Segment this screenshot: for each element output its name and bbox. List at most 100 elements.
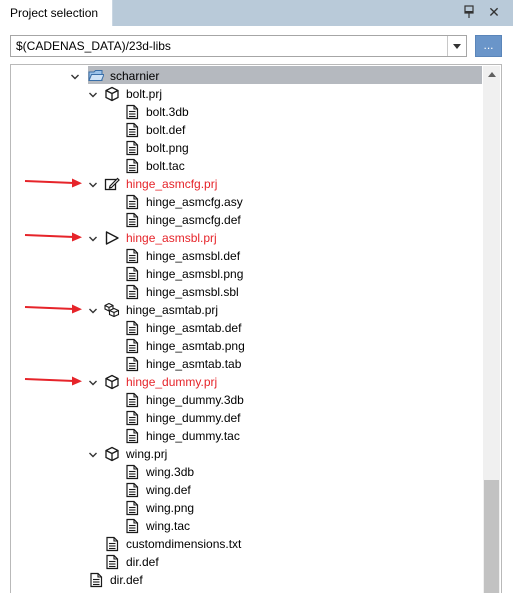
document-icon [126,104,139,120]
tree-row[interactable]: hinge_dummy.3db [0,391,482,409]
tree-item-label: bolt.png [146,141,189,155]
annotation-arrow-icon [24,376,82,386]
tab-project-selection[interactable]: Project selection [0,0,113,26]
tree-row[interactable]: wing.def [0,481,482,499]
pin-icon[interactable] [463,5,475,19]
browse-button[interactable]: ... [475,35,502,57]
cube-icon [105,86,119,102]
document-icon [126,518,139,534]
annotation-arrow-icon [24,304,82,314]
tree-row[interactable]: hinge_dummy.def [0,409,482,427]
cube-icon [105,446,119,462]
document-icon [126,284,139,300]
tree-item-label: hinge_asmtab.prj [126,303,219,317]
chevron-down-icon[interactable] [88,306,98,316]
document-icon [126,428,139,444]
tree-item-label: bolt.3db [146,105,189,119]
tree-row[interactable]: hinge_asmsbl.def [0,247,482,265]
tree-row[interactable]: wing.3db [0,463,482,481]
document-icon [126,320,139,336]
tree-item-label: hinge_asmcfg.def [146,213,241,227]
tree-row[interactable]: dir.def [0,553,482,571]
document-icon [126,410,139,426]
chevron-down-icon[interactable] [88,450,98,460]
tree-row[interactable]: wing.png [0,499,482,517]
tree-row[interactable]: bolt.3db [0,103,482,121]
tree-row[interactable]: hinge_asmcfg.def [0,211,482,229]
document-icon [126,338,139,354]
tree-row[interactable]: scharnier [0,67,482,85]
tree-item-label: bolt.prj [126,87,163,101]
document-icon [126,356,139,372]
path-select[interactable]: $(CADENAS_DATA)/23d-libs [10,35,467,57]
tree-row[interactable]: hinge_asmtab.png [0,337,482,355]
tree-item-label: customdimensions.txt [126,537,242,551]
tree-item-label: hinge_asmsbl.def [146,249,241,263]
triangle-icon [105,231,119,245]
tree-row[interactable]: hinge_dummy.tac [0,427,482,445]
tree-item-label: wing.def [146,483,191,497]
tree-item-label: hinge_asmtab.png [146,339,245,353]
tree-row[interactable]: hinge_asmsbl.sbl [0,283,482,301]
close-icon[interactable]: ✕ [487,4,501,20]
tree-item-label: wing.tac [146,519,191,533]
tree-row[interactable]: bolt.prj [0,85,482,103]
chevron-down-icon[interactable] [88,234,98,244]
chevron-down-icon[interactable] [88,378,98,388]
title-bar: Project selection ✕ [0,0,513,26]
tree-row[interactable]: hinge_asmtab.tab [0,355,482,373]
tree-row[interactable]: bolt.png [0,139,482,157]
tree-item-label: bolt.tac [146,159,185,173]
chevron-down-icon[interactable] [88,180,98,190]
tree-row[interactable]: customdimensions.txt [0,535,482,553]
tree-item-label: hinge_dummy.prj [126,375,218,389]
tree-row[interactable]: wing.prj [0,445,482,463]
scroll-up-arrow-icon[interactable] [483,66,500,83]
folder-open-icon [88,70,104,81]
chevron-down-icon[interactable] [70,72,80,82]
document-icon [126,266,139,282]
tree-item-label: hinge_asmcfg.asy [146,195,243,209]
tree-row[interactable]: hinge_asmsbl.png [0,265,482,283]
document-icon [126,158,139,174]
cube-icon [105,374,119,390]
document-icon [126,194,139,210]
chevron-down-icon[interactable] [88,90,98,100]
annotation-arrow-icon [24,232,82,242]
document-icon [126,212,139,228]
document-icon [126,500,139,516]
tree-row[interactable]: hinge_asmcfg.asy [0,193,482,211]
document-icon [106,554,119,570]
tree-item-label: wing.3db [146,465,195,479]
tree-item-label: hinge_asmsbl.prj [126,231,217,245]
tree-item-label: dir.def [126,555,159,569]
scrollbar-thumb[interactable] [484,480,499,593]
annotation-arrow-icon [24,178,82,188]
tree-row[interactable]: bolt.def [0,121,482,139]
tree-item-label: hinge_dummy.tac [146,429,240,443]
tree-item-label: hinge_asmtab.tab [146,357,242,371]
tree-item-label: hinge_dummy.3db [146,393,244,407]
tab-title: Project selection [10,6,99,20]
document-icon [106,536,119,552]
tree-item-label: hinge_asmcfg.prj [126,177,218,191]
document-icon [126,464,139,480]
tree-item-label: wing.prj [126,447,168,461]
tree-row[interactable]: hinge_asmtab.def [0,319,482,337]
tree-item-label: hinge_asmtab.def [146,321,242,335]
tree-row[interactable]: bolt.tac [0,157,482,175]
document-icon [126,140,139,156]
tree-item-label: wing.png [146,501,195,515]
chevron-down-icon[interactable] [447,36,466,56]
tree-row[interactable]: dir.def [0,571,482,589]
cubes-icon [104,302,120,318]
edit-icon [104,177,120,191]
tree-row[interactable]: wing.tac [0,517,482,535]
tree-item-label: dir.def [110,573,143,587]
document-icon [126,392,139,408]
tree-item-label: hinge_dummy.def [146,411,241,425]
tree-item-label: hinge_asmsbl.sbl [146,285,239,299]
path-value: $(CADENAS_DATA)/23d-libs [16,39,171,53]
tree-item-label: bolt.def [146,123,186,137]
tree-item-label: scharnier [110,69,160,83]
